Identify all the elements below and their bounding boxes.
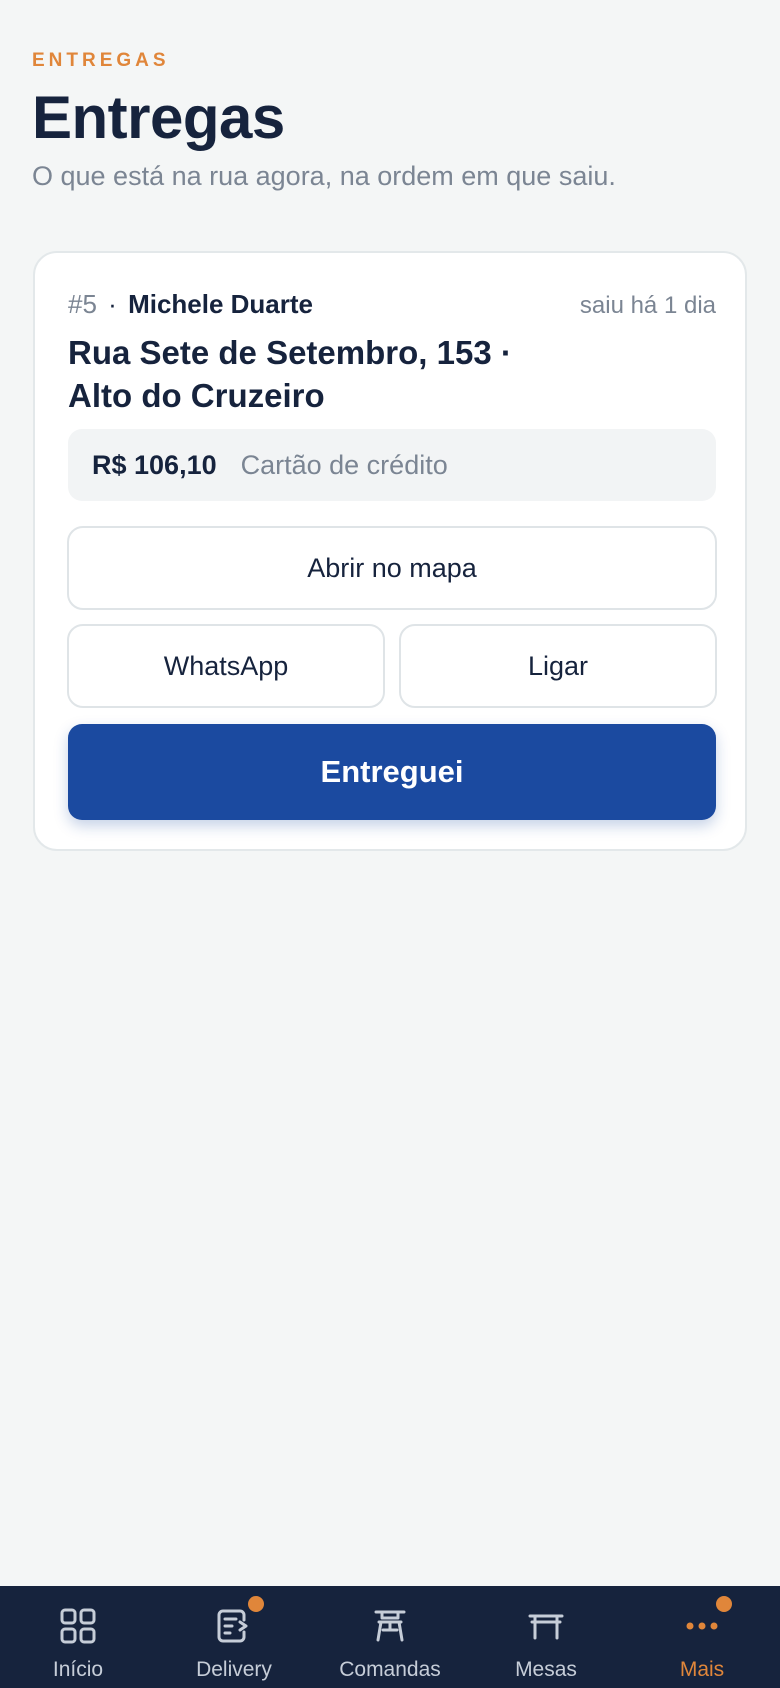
delivered-button[interactable]: Entreguei (68, 724, 716, 820)
tab-mais[interactable]: Mais (624, 1586, 780, 1688)
table-icon (528, 1614, 564, 1640)
open-map-button[interactable]: Abrir no mapa (67, 526, 717, 610)
order-info: #5 · Michele Duarte (68, 289, 313, 320)
tab-mesas[interactable]: Mesas (468, 1586, 624, 1688)
tab-comandas[interactable]: Comandas (312, 1586, 468, 1688)
page-subtitle: O que está na rua agora, na ordem em que… (32, 161, 616, 191)
whatsapp-button[interactable]: WhatsApp (67, 624, 385, 708)
screen: ENTREGAS Entregas O que está na rua agor… (0, 0, 780, 1688)
order-amount: R$ 106,10 (92, 449, 217, 480)
payment-method: Cartão de crédito (240, 449, 448, 480)
order-ticket-icon (374, 1610, 406, 1642)
delivery-address: Rua Sete de Setembro, 153 · Alto do Cruz… (68, 334, 512, 414)
page-title: Entregas (32, 84, 285, 151)
tab-label: Delivery (196, 1658, 272, 1681)
grid-icon (60, 1608, 96, 1644)
call-button[interactable]: Ligar (399, 624, 717, 708)
customer-name: Michele Duarte (128, 289, 314, 319)
delivery-icon (217, 1609, 248, 1643)
tab-label: Início (52, 1658, 104, 1681)
page-header: ENTREGAS Entregas O que está na rua agor… (32, 50, 748, 192)
bottom-tab-bar: Início Delivery Comandas Mesas Mais (0, 1586, 780, 1688)
order-number: #5 (68, 289, 97, 319)
order-separator: · (108, 289, 117, 319)
tab-label: Mesas (515, 1658, 577, 1681)
notification-badge (248, 1596, 264, 1612)
tab-label: Mais (679, 1658, 725, 1681)
delivery-card: #5 · Michele Duarte saiu há 1 dia Rua Se… (33, 251, 747, 851)
notification-badge (716, 1596, 732, 1612)
more-dots-icon (686, 1622, 718, 1630)
tab-delivery[interactable]: Delivery (156, 1586, 312, 1688)
payment-summary: R$ 106,10 Cartão de crédito (68, 429, 716, 501)
delivery-card-header: #5 · Michele Duarte saiu há 1 dia (68, 289, 716, 320)
dispatch-time: saiu há 1 dia (579, 292, 716, 319)
tab-inicio[interactable]: Início (0, 1586, 156, 1688)
tab-label: Comandas (339, 1658, 441, 1681)
section-eyebrow: ENTREGAS (32, 50, 170, 71)
